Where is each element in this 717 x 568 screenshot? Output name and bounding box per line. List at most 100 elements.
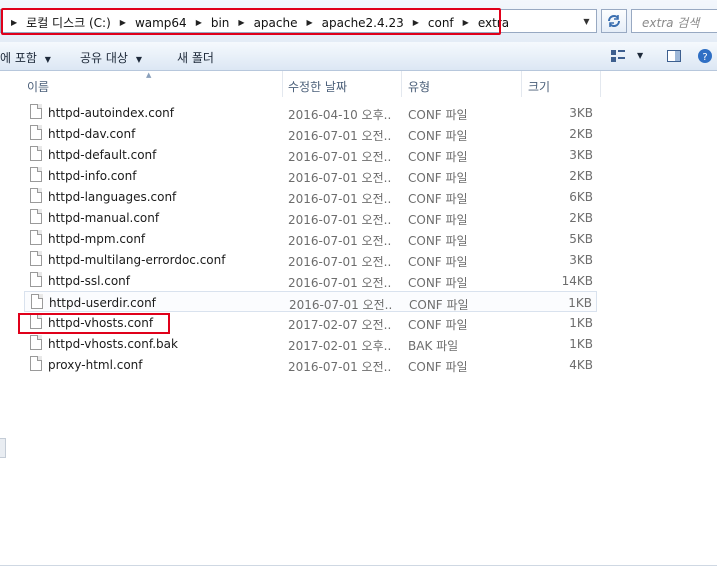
file-icon	[30, 230, 42, 245]
address-history-dropdown[interactable]: ▼	[577, 9, 597, 33]
command-toolbar: 에 포함 ▼ 공유 대상 ▼ 새 폴더 ▼ ?	[0, 42, 717, 71]
file-name: httpd-multilang-errordoc.conf	[48, 253, 226, 267]
view-grid-icon	[611, 50, 625, 62]
file-icon	[30, 314, 42, 329]
file-icon	[31, 294, 43, 309]
file-size: 3KB	[569, 253, 593, 267]
address-bar-row: ▶ 로컬 디스크 (C:) ▶ wamp64 ▶ bin ▶ apache ▶ …	[0, 0, 717, 42]
file-date: 2016-07-01 오전...	[288, 255, 392, 269]
file-name: httpd-mpm.conf	[48, 232, 146, 246]
file-size: 1KB	[568, 296, 592, 310]
new-folder-button[interactable]: 새 폴더	[177, 49, 214, 66]
file-name: httpd-userdir.conf	[49, 296, 156, 310]
file-icon	[30, 167, 42, 182]
file-row[interactable]: httpd-dav.conf 2016-07-01 오전... CONF 파일 …	[24, 123, 597, 144]
breadcrumb-item-apache2423[interactable]: apache2.4.23	[319, 16, 407, 30]
breadcrumb-root-arrow-icon[interactable]: ▶	[5, 18, 23, 27]
file-name: httpd-vhosts.conf	[48, 316, 154, 330]
file-type: CONF 파일	[408, 234, 468, 248]
share-with-menu[interactable]: 공유 대상 ▼	[80, 49, 142, 66]
file-date: 2016-07-01 오전...	[288, 234, 392, 248]
breadcrumb-arrow-icon[interactable]: ▶	[300, 18, 318, 27]
breadcrumb-arrow-icon[interactable]: ▶	[114, 18, 132, 27]
file-name: proxy-html.conf	[48, 358, 143, 372]
file-date: 2016-07-01 오전...	[288, 129, 392, 143]
file-row[interactable]: httpd-languages.conf 2016-07-01 오전... CO…	[24, 186, 597, 207]
file-row[interactable]: httpd-vhosts.conf.bak 2017-02-01 오후... B…	[24, 333, 597, 354]
file-icon	[30, 104, 42, 119]
breadcrumb-item-conf[interactable]: conf	[425, 16, 457, 30]
search-input[interactable]: extra 검색	[631, 9, 717, 33]
breadcrumb-item-c-drive[interactable]: 로컬 디스크 (C:)	[23, 14, 114, 31]
file-date: 2017-02-01 오후...	[288, 339, 392, 353]
status-divider	[0, 565, 717, 566]
view-options-button[interactable]	[610, 48, 626, 67]
breadcrumb-item-apache[interactable]: apache	[251, 16, 301, 30]
file-row[interactable]: httpd-userdir.conf 2016-07-01 오전... CONF…	[24, 291, 597, 312]
column-header-name[interactable]: 이름	[27, 78, 49, 95]
column-divider[interactable]	[600, 71, 601, 97]
file-date: 2016-07-01 오전...	[288, 192, 392, 206]
file-type: CONF 파일	[409, 298, 469, 312]
file-size: 14KB	[561, 274, 593, 288]
file-size: 2KB	[569, 169, 593, 183]
file-row[interactable]: httpd-manual.conf 2016-07-01 오전... CONF …	[24, 207, 597, 228]
file-date: 2016-07-01 오전...	[288, 276, 392, 290]
column-header-row: ▲ 이름 수정한 날짜 유형 크기	[0, 71, 717, 97]
file-type: CONF 파일	[408, 318, 468, 332]
refresh-button[interactable]	[601, 9, 627, 33]
file-row[interactable]: httpd-default.conf 2016-07-01 오전... CONF…	[24, 144, 597, 165]
breadcrumb-item-wamp64[interactable]: wamp64	[132, 16, 190, 30]
breadcrumb-arrow-icon[interactable]: ▶	[190, 18, 208, 27]
breadcrumb-item-bin[interactable]: bin	[208, 16, 233, 30]
column-divider[interactable]	[401, 71, 402, 97]
breadcrumb-item-extra[interactable]: extra	[475, 16, 512, 30]
column-header-date[interactable]: 수정한 날짜	[288, 78, 347, 95]
file-icon	[30, 335, 42, 350]
breadcrumb-arrow-icon[interactable]: ▶	[457, 18, 475, 27]
file-size: 1KB	[569, 337, 593, 351]
file-icon	[30, 146, 42, 161]
file-row[interactable]: httpd-multilang-errordoc.conf 2016-07-01…	[24, 249, 597, 270]
file-row[interactable]: proxy-html.conf 2016-07-01 오전... CONF 파일…	[24, 354, 597, 375]
preview-pane-button[interactable]	[666, 48, 682, 67]
svg-text:?: ?	[702, 52, 707, 63]
breadcrumb-arrow-icon[interactable]: ▶	[232, 18, 250, 27]
address-bar[interactable]: ▶ 로컬 디스크 (C:) ▶ wamp64 ▶ bin ▶ apache ▶ …	[0, 9, 597, 33]
file-icon	[30, 209, 42, 224]
file-row[interactable]: httpd-ssl.conf 2016-07-01 오전... CONF 파일 …	[24, 270, 597, 291]
file-date: 2016-07-01 오전...	[289, 298, 393, 312]
file-row[interactable]: httpd-info.conf 2016-07-01 오전... CONF 파일…	[24, 165, 597, 186]
file-row[interactable]: httpd-vhosts.conf 2017-02-07 오전... CONF …	[24, 312, 597, 333]
file-size: 4KB	[569, 358, 593, 372]
column-divider[interactable]	[521, 71, 522, 97]
file-type: CONF 파일	[408, 360, 468, 374]
help-button[interactable]: ?	[697, 48, 713, 67]
chevron-down-icon: ▼	[44, 55, 51, 64]
navigation-pane-splitter[interactable]	[0, 438, 6, 458]
file-name: httpd-languages.conf	[48, 190, 177, 204]
file-size: 5KB	[569, 232, 593, 246]
file-type: CONF 파일	[408, 192, 468, 206]
new-folder-label: 새 폴더	[177, 51, 214, 65]
file-name: httpd-info.conf	[48, 169, 137, 183]
file-type: CONF 파일	[408, 129, 468, 143]
column-header-type[interactable]: 유형	[408, 78, 430, 95]
column-divider[interactable]	[282, 71, 283, 97]
refresh-icon	[608, 15, 620, 27]
file-icon	[30, 272, 42, 287]
file-date: 2016-07-01 오전...	[288, 171, 392, 185]
file-row[interactable]: httpd-mpm.conf 2016-07-01 오전... CONF 파일 …	[24, 228, 597, 249]
file-type: CONF 파일	[408, 171, 468, 185]
file-row[interactable]: httpd-autoindex.conf 2016-04-10 오후... CO…	[24, 102, 597, 123]
file-date: 2016-07-01 오전...	[288, 360, 392, 374]
file-type: CONF 파일	[408, 276, 468, 290]
file-date: 2017-02-07 오전...	[288, 318, 392, 332]
view-dropdown-chevron-icon[interactable]: ▼	[637, 51, 643, 60]
file-date: 2016-07-01 오전...	[288, 150, 392, 164]
file-size: 3KB	[569, 148, 593, 162]
include-in-library-menu[interactable]: 에 포함 ▼	[0, 49, 51, 66]
column-header-size[interactable]: 크기	[528, 78, 550, 95]
chevron-down-icon: ▼	[583, 16, 590, 26]
breadcrumb-arrow-icon[interactable]: ▶	[407, 18, 425, 27]
